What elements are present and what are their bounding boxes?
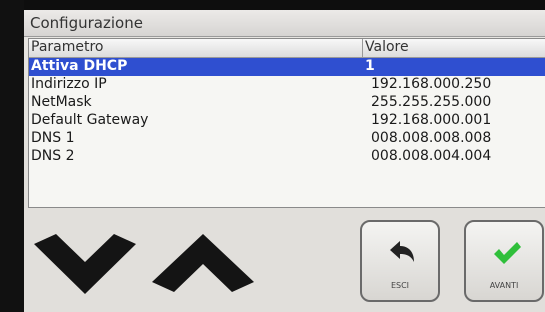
table-row[interactable]: DNS 2 008.008.004.004 bbox=[29, 148, 545, 166]
back-arrow-icon bbox=[390, 241, 414, 262]
table-row[interactable]: DNS 1 008.008.008.008 bbox=[29, 130, 545, 148]
table-row[interactable]: Default Gateway 192.168.000.001 bbox=[29, 112, 545, 130]
chevron-up-icon bbox=[152, 234, 254, 292]
cell-value: 255.255.255.000 bbox=[371, 94, 492, 110]
window-title: Configurazione bbox=[30, 14, 143, 32]
column-divider bbox=[362, 39, 363, 57]
cell-param: DNS 2 bbox=[31, 148, 75, 164]
cell-value: 008.008.008.008 bbox=[371, 130, 492, 146]
device-bezel-top bbox=[0, 0, 545, 10]
cell-param: Attiva DHCP bbox=[31, 58, 128, 74]
scroll-up-button[interactable] bbox=[148, 230, 258, 300]
column-header-param: Parametro bbox=[31, 39, 104, 55]
cell-value: 192.168.000.250 bbox=[371, 76, 492, 92]
scroll-down-button[interactable] bbox=[30, 230, 140, 300]
esci-label: ESCI bbox=[390, 281, 410, 290]
table-header: Parametro Valore bbox=[29, 39, 545, 58]
column-header-value: Valore bbox=[365, 39, 409, 55]
button-bar: ESCI AVANTI bbox=[24, 208, 545, 312]
cell-param: Indirizzo IP bbox=[31, 76, 107, 92]
esci-button[interactable]: ESCI bbox=[360, 220, 440, 302]
cell-param: DNS 1 bbox=[31, 130, 75, 146]
chevron-down-icon bbox=[34, 234, 136, 294]
title-bar: Configurazione bbox=[24, 10, 545, 37]
parameter-table: Parametro Valore Attiva DHCP 1 Indirizzo… bbox=[28, 38, 545, 208]
screen: Configurazione Parametro Valore Attiva D… bbox=[24, 10, 545, 312]
table-row[interactable]: NetMask 255.255.255.000 bbox=[29, 94, 545, 112]
avanti-button[interactable]: AVANTI bbox=[464, 220, 544, 302]
cell-param: NetMask bbox=[31, 94, 92, 110]
cell-value: 008.008.004.004 bbox=[371, 148, 492, 164]
device-bezel-left bbox=[0, 0, 24, 312]
table-row[interactable]: Indirizzo IP 192.168.000.250 bbox=[29, 76, 545, 94]
table-row[interactable]: Attiva DHCP 1 bbox=[29, 58, 545, 76]
cell-value: 192.168.000.001 bbox=[371, 112, 492, 128]
avanti-label: AVANTI bbox=[489, 281, 519, 290]
cell-value: 1 bbox=[365, 58, 375, 74]
checkmark-icon bbox=[494, 242, 521, 264]
cell-param: Default Gateway bbox=[31, 112, 149, 128]
